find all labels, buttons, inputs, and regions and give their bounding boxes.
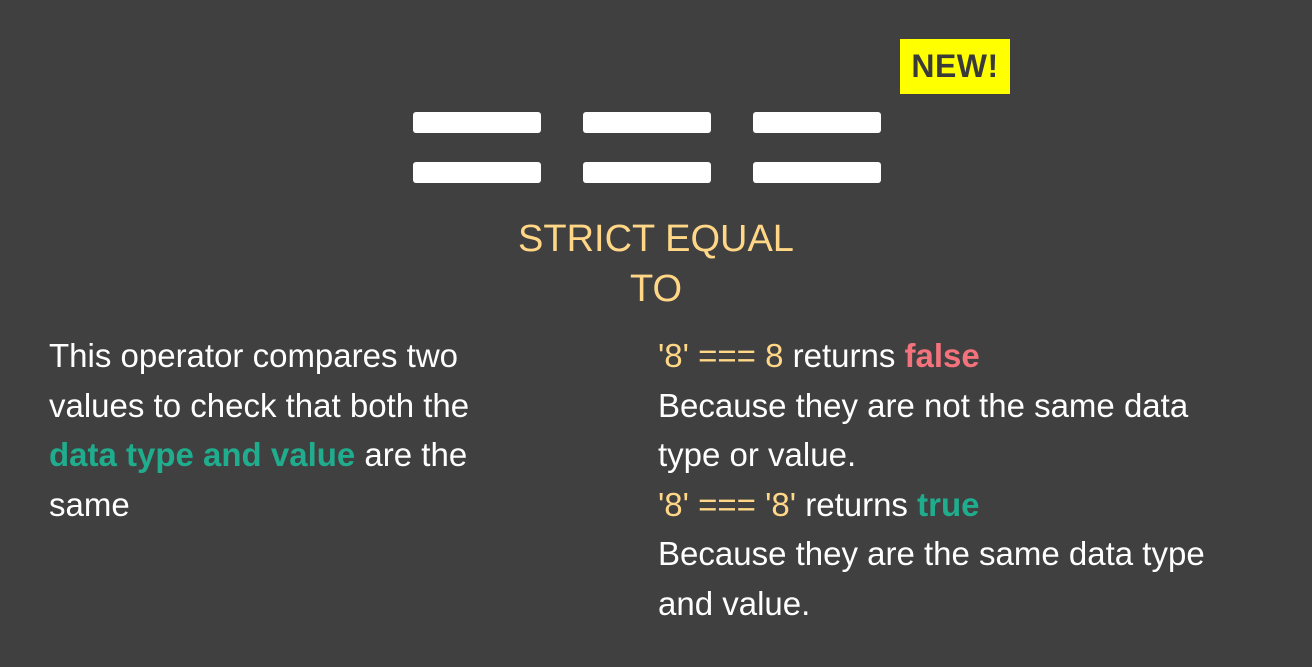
title-line-1: STRICT EQUAL xyxy=(518,218,794,260)
equals-bar-bottom xyxy=(583,162,711,183)
equals-bar-top xyxy=(753,112,881,133)
description-line-1: This operator compares two xyxy=(49,337,459,374)
description-highlight: data type and value xyxy=(49,436,356,473)
example-2-explanation-line-1: Because they are the same data type xyxy=(658,535,1205,572)
equals-sign-1 xyxy=(413,112,541,184)
description-line-3: data type and value are the xyxy=(49,430,589,480)
description-line-2: values to check that both the xyxy=(49,386,470,424)
example-2-result: true xyxy=(917,485,980,523)
slide-title: STRICT EQUAL TO xyxy=(456,214,856,314)
title-line-2: TO xyxy=(629,268,683,310)
example-1-explanation-line-1: Because they are not the same data xyxy=(658,386,1189,424)
example-2-statement: '8' === '8' returns true xyxy=(658,480,1298,530)
equals-sign-2 xyxy=(583,112,711,184)
description-line-3-rest: are the xyxy=(355,436,468,473)
new-badge: NEW! xyxy=(900,39,1010,94)
equals-bar-top xyxy=(413,112,541,133)
example-1-returns: returns xyxy=(783,337,905,374)
example-2-returns: returns xyxy=(796,485,918,523)
example-1-code: '8' === 8 xyxy=(658,337,784,374)
equals-sign-3 xyxy=(753,112,881,184)
example-2-code: '8' === '8' xyxy=(658,485,797,523)
example-1-explanation-line-2: type or value. xyxy=(658,436,857,473)
operator-description: This operator compares two values to che… xyxy=(49,331,589,529)
example-1-statement: '8' === 8 returns false xyxy=(658,331,1298,381)
description-line-4: same xyxy=(49,485,130,523)
slide: NEW! STRICT EQUAL TO This operator compa… xyxy=(0,0,1312,667)
example-1-result: false xyxy=(904,337,980,374)
equals-bar-bottom xyxy=(413,162,541,183)
strict-equal-operator-graphic xyxy=(413,112,883,184)
equals-bar-top xyxy=(583,112,711,133)
equals-bar-bottom xyxy=(753,162,881,183)
example-2-explanation-line-2: and value. xyxy=(658,584,811,622)
examples: '8' === 8 returns false Because they are… xyxy=(658,331,1298,628)
